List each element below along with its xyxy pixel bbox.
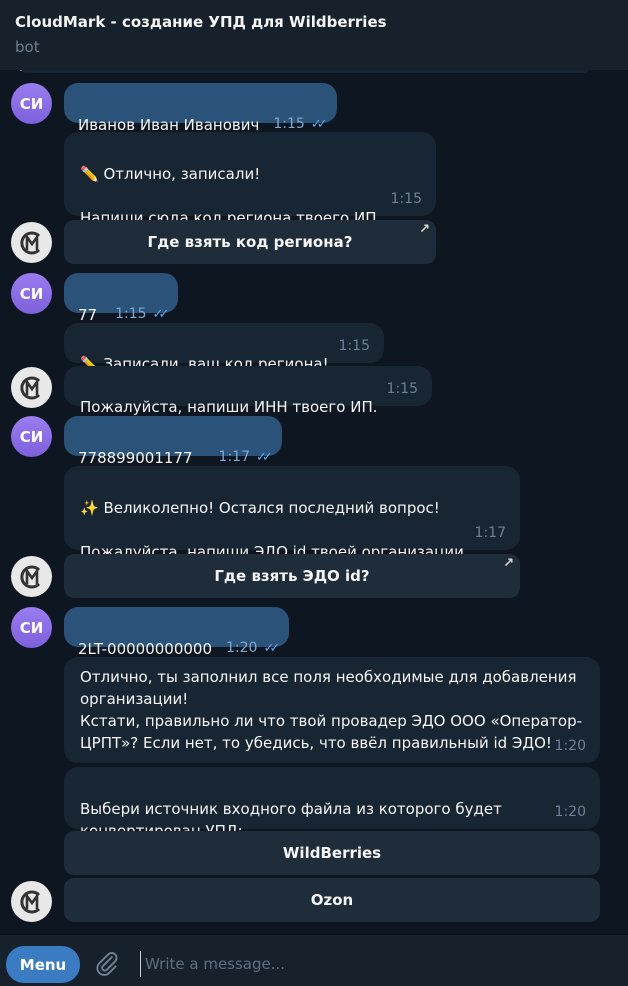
chat-title: CloudMark - создание УПД для Wildberries — [15, 13, 387, 31]
double-check-icon: ✓✓ — [310, 117, 328, 132]
incoming-message[interactable]: ✨ Великолепно! Остался последний вопрос!… — [64, 466, 520, 561]
cloudmark-logo-icon — [19, 231, 40, 254]
inline-button-region-code[interactable]: Где взять код региона? ↗ — [64, 220, 436, 264]
user-avatar: СИ — [11, 83, 52, 124]
user-avatar: СИ — [11, 416, 52, 457]
message-time: 1:17 — [474, 525, 506, 541]
chat-header[interactable]: CloudMark - создание УПД для Wildberries… — [0, 0, 628, 70]
message-text: Отлично, ты заполнил все поля необходимы… — [80, 668, 583, 752]
user-avatar: СИ — [11, 273, 52, 314]
incoming-message[interactable]: Отлично, ты заполнил все поля необходимы… — [64, 657, 600, 763]
message-text: ✨ Великолепно! Остался последний вопрос!… — [80, 499, 469, 561]
inline-button-wildberries[interactable]: WildBerries — [64, 831, 600, 875]
attach-icon[interactable] — [94, 950, 120, 976]
message-time: 1:15 — [390, 191, 422, 207]
message-text: ✏️ Отлично, записали! Напиши сюда код ре… — [80, 165, 382, 227]
outgoing-message[interactable]: Иванов Иван Иванович 1:15 ✓✓ — [64, 83, 337, 134]
menu-button[interactable]: Menu — [6, 946, 80, 983]
incoming-message[interactable]: Выбери источник входного файла из которо… — [64, 767, 600, 840]
message-time: 1:20 — [554, 804, 586, 820]
inline-button-ozon[interactable]: Ozon — [64, 878, 600, 922]
incoming-message[interactable]: ✏️ Отлично, записали! Напиши сюда код ре… — [64, 132, 436, 227]
outgoing-message[interactable]: 77 1:15 ✓✓ — [64, 273, 179, 324]
cloudmark-logo-icon — [19, 376, 40, 399]
cloudmark-logo-icon — [19, 890, 40, 913]
message-time: 1:15 — [386, 381, 418, 397]
outgoing-message[interactable]: 778899001177 1:17 ✓✓ — [64, 416, 282, 467]
message-text: Пожалуйста, напиши ИНН твоего ИП. — [80, 398, 378, 416]
message-list[interactable]: СИ Иванов Иван Иванович 1:15 ✓✓ ✏️ Отлично… — [0, 70, 628, 934]
message-bubble-partial — [20, 70, 590, 73]
bot-avatar — [11, 367, 52, 408]
message-composer: Menu — [0, 934, 628, 986]
incoming-message[interactable]: Пожалуйста, напиши ИНН твоего ИП. 1:15 — [64, 366, 432, 416]
double-check-icon: ✓✓ — [263, 641, 280, 656]
incoming-message[interactable]: ✏️ Записали, ваш код региона! 1:15 — [64, 323, 384, 373]
bot-avatar — [11, 881, 52, 922]
message-input[interactable] — [140, 951, 610, 977]
open-link-icon: ↗ — [503, 556, 514, 571]
inline-button-edo-id[interactable]: Где взять ЭДО id? ↗ — [64, 554, 520, 598]
message-time: 1:20 — [554, 738, 586, 754]
double-check-icon: ✓✓ — [152, 307, 170, 322]
message-time: 1:15 — [338, 338, 370, 354]
cloudmark-logo-icon — [19, 565, 40, 588]
double-check-icon: ✓✓ — [255, 450, 273, 465]
user-avatar: СИ — [11, 607, 52, 648]
bot-avatar — [11, 222, 52, 263]
outgoing-message[interactable]: 2LT-00000000000 1:20 ✓✓ — [64, 607, 290, 658]
open-link-icon: ↗ — [419, 222, 430, 237]
chat-subtitle: bot — [15, 38, 40, 56]
bot-avatar — [11, 556, 52, 597]
